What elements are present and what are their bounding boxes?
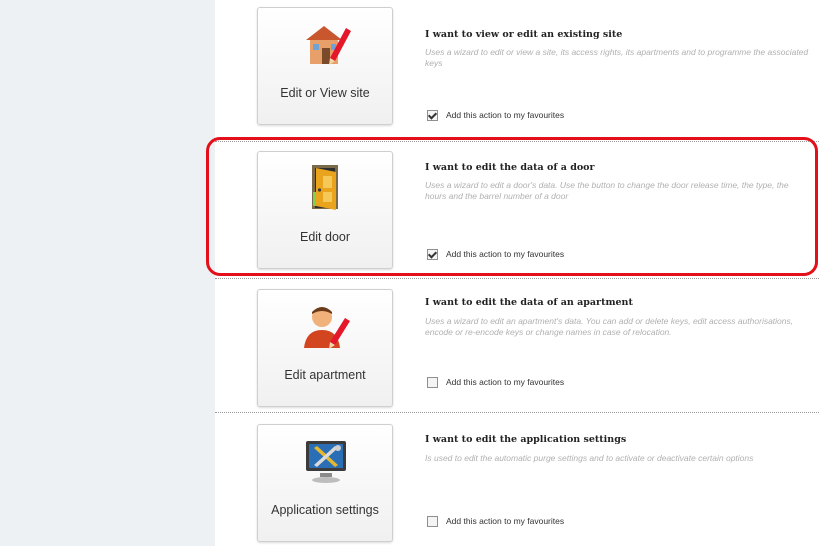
action-row-edit-site: Edit or View site I want to view or edit…: [215, 0, 819, 138]
favourite-checkbox[interactable]: [427, 376, 438, 388]
actions-panel: Edit or View site I want to view or edit…: [215, 0, 819, 546]
favourite-checkbox[interactable]: [427, 515, 438, 527]
button-label: Edit or View site: [280, 86, 370, 100]
favourite-option: Add this action to my favourites: [427, 375, 564, 389]
action-row-edit-door: Edit door I want to edit the data of a d…: [215, 142, 819, 280]
action-description: Uses a wizard to edit an apartment's dat…: [425, 316, 794, 337]
edit-door-button[interactable]: Edit door: [257, 151, 393, 269]
edit-view-site-button[interactable]: Edit or View site: [257, 7, 393, 125]
button-label: Application settings: [271, 503, 379, 517]
action-title: I want to view or edit an existing site: [425, 29, 623, 40]
favourite-checkbox[interactable]: [427, 248, 438, 260]
edit-apartment-button[interactable]: Edit apartment: [257, 289, 393, 407]
action-description: Uses a wizard to edit a door's data. Use…: [425, 180, 789, 201]
action-title: I want to edit the data of an apartment: [425, 297, 633, 308]
favourite-label: Add this action to my favourites: [446, 516, 565, 526]
favourite-option: Add this action to my favourites: [427, 514, 564, 528]
action-title: I want to edit the data of a door: [425, 162, 595, 173]
favourite-option: Add this action to my favourites: [427, 108, 564, 122]
action-row-edit-apartment: Edit apartment I want to edit the data o…: [215, 279, 819, 417]
favourite-label: Add this action to my favourites: [446, 377, 565, 387]
action-description: Is used to edit the automatic purge sett…: [425, 453, 754, 463]
button-label: Edit apartment: [284, 368, 366, 382]
action-title: I want to edit the application settings: [425, 434, 627, 445]
action-description: Uses a wizard to edit or view a site, it…: [425, 47, 809, 68]
door-icon: [312, 165, 338, 210]
application-settings-button[interactable]: Application settings: [257, 424, 393, 542]
favourite-label: Add this action to my favourites: [446, 249, 565, 259]
button-label: Edit door: [299, 230, 351, 244]
user-pencil-icon: [304, 307, 350, 349]
favourite-checkbox[interactable]: [427, 109, 438, 121]
monitor-tools-icon: [306, 441, 346, 483]
favourite-option: Add this action to my favourites: [427, 247, 564, 261]
action-row-application-settings: Application settings I want to edit the …: [215, 413, 819, 551]
site-house-pencil-icon: [306, 26, 351, 65]
sidebar: [0, 0, 215, 546]
favourite-label: Add this action to my favourites: [446, 110, 565, 120]
